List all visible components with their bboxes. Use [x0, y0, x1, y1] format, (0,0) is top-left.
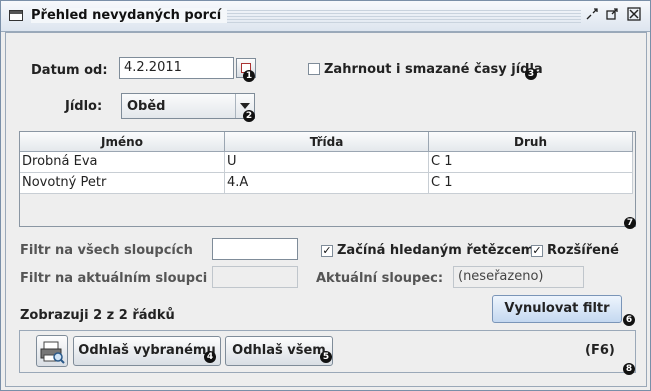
current-column-caption: Aktuální sloupec:: [316, 271, 444, 286]
main-window: Přehled nevydaných porcí Datum od: 4.2.2…: [0, 0, 651, 391]
filter-all-input[interactable]: [212, 238, 298, 260]
table-cell[interactable]: C 1: [429, 173, 633, 194]
table-cell[interactable]: C 1: [429, 152, 633, 173]
title-bar-grip: [211, 9, 581, 23]
content-panel: Datum od: 4.2.2011 1 Zahrnout i smazané …: [5, 32, 647, 387]
window-icon: [9, 10, 23, 21]
window-title: Přehled nevydaných porcí: [31, 8, 228, 23]
meal-select-value: Oběd: [127, 99, 166, 114]
current-column-value: (neseřazeno): [453, 266, 584, 288]
portions-table[interactable]: Jméno Třída Druh Drobná Eva U C 1 Novotn…: [19, 131, 636, 227]
extended-label: Rozšířené: [547, 243, 620, 258]
column-header-class[interactable]: Třída: [225, 132, 429, 152]
column-header-type[interactable]: Druh: [429, 132, 633, 152]
close-icon[interactable]: [626, 7, 642, 23]
title-bar[interactable]: Přehled nevydaných porcí: [1, 1, 650, 32]
logout-all-button[interactable]: Odhlaš všem: [225, 336, 333, 366]
callout-badge-3: 3: [525, 68, 537, 80]
minimize-icon[interactable]: [584, 7, 600, 23]
filter-all-label: Filtr na všech sloupcích: [20, 243, 193, 258]
callout-badge-4: 4: [204, 351, 216, 363]
table-row[interactable]: Novotný Petr 4.A C 1: [20, 173, 633, 194]
extended-checkbox[interactable]: ✓: [531, 245, 543, 257]
maximize-icon[interactable]: [604, 7, 620, 23]
logout-selected-button[interactable]: Odhlaš vybranému: [73, 336, 221, 366]
shortcut-hint: (F6): [585, 343, 615, 358]
filter-current-label: Filtr na aktuálním sloupci: [20, 271, 208, 286]
callout-badge-5: 5: [320, 351, 332, 363]
callout-badge-7: 7: [624, 217, 636, 229]
rows-info: Zobrazuji 2 z 2 řádků: [20, 308, 175, 323]
meal-select[interactable]: Oběd: [121, 93, 255, 119]
table-cell[interactable]: U: [225, 152, 429, 173]
callout-badge-8: 8: [623, 363, 635, 375]
table-cell[interactable]: Drobná Eva: [20, 152, 225, 173]
table-row[interactable]: Drobná Eva U C 1: [20, 152, 633, 173]
table-cell[interactable]: 4.A: [225, 173, 429, 194]
date-input[interactable]: 4.2.2011: [119, 57, 234, 79]
starts-with-checkbox[interactable]: ✓: [321, 245, 333, 257]
callout-badge-2: 2: [243, 110, 255, 122]
callout-badge-6: 6: [623, 314, 635, 326]
print-preview-icon: [40, 341, 65, 364]
include-deleted-label: Zahrnout i smazané časy jídla: [324, 62, 543, 77]
starts-with-label: Začíná hledaným řetězcem: [337, 243, 535, 258]
date-label: Datum od:: [31, 63, 108, 78]
reset-filter-button[interactable]: Vynulovat filtr: [492, 295, 622, 323]
filter-current-input: [212, 266, 298, 288]
column-header-name[interactable]: Jméno: [20, 132, 225, 152]
print-preview-button[interactable]: [36, 335, 68, 367]
callout-badge-1: 1: [243, 70, 255, 82]
table-cell[interactable]: Novotný Petr: [20, 173, 225, 194]
include-deleted-checkbox[interactable]: [308, 63, 320, 75]
action-bar: Odhlaš vybranému 4 Odhlaš všem 5 (F6): [19, 330, 636, 373]
meal-label: Jídlo:: [65, 99, 103, 114]
